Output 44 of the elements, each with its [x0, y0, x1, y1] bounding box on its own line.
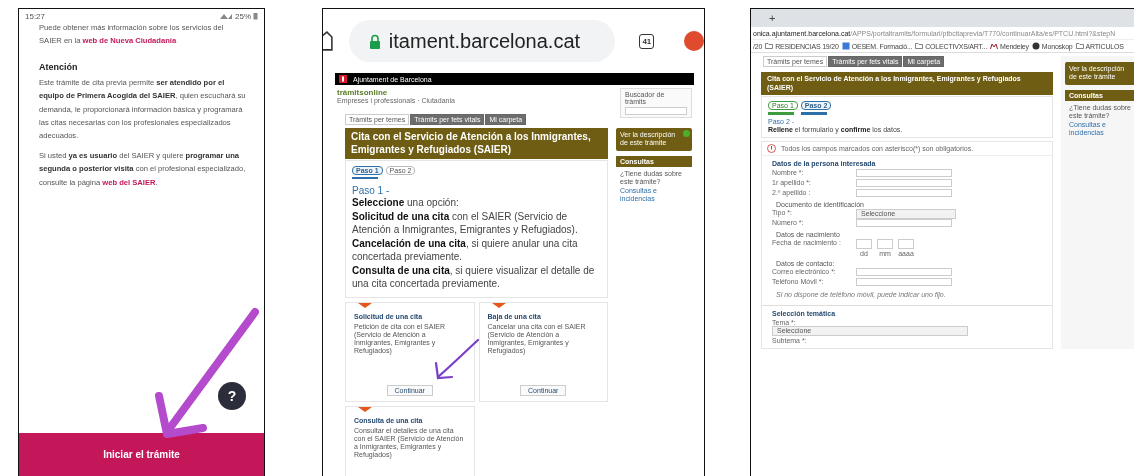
input-field[interactable]: [856, 178, 952, 187]
input-field[interactable]: [856, 168, 952, 177]
signal-icon: [219, 12, 233, 20]
url-text: itament.barcelona.cat: [388, 29, 581, 53]
tab-count-button[interactable]: 41: [639, 33, 655, 49]
input-field[interactable]: [856, 267, 952, 276]
city-logo-icon: [339, 75, 347, 83]
instruction-text: Solicitud de una cita con el SAIER (Servicio de Atención a Inmigrantes, Emigrantes y Refugiados).: [352, 209, 579, 237]
folder-icon: [1075, 42, 1084, 50]
search-field[interactable]: [625, 107, 687, 115]
site-logo: tràmitsonline: [337, 88, 389, 97]
instruction-text: Seleccione una opción:: [352, 196, 460, 210]
mendeley-icon: [990, 42, 999, 50]
app-icon: [841, 42, 850, 50]
input-field[interactable]: [856, 188, 952, 197]
arrow-annotation-drawing: [432, 337, 482, 381]
battery-level: 25%: [235, 11, 251, 21]
input-field[interactable]: [877, 238, 893, 249]
input-field[interactable]: [856, 277, 952, 286]
input-field[interactable]: [856, 238, 872, 249]
section-heading: Atención: [39, 61, 79, 72]
step-heading: Paso 1 -: [352, 185, 391, 196]
instruction-text: Cancelación de una cita, si quiere anular una cita concertada previamente.: [352, 236, 579, 264]
new-tab-button[interactable]: +: [769, 12, 776, 24]
avatar-icon[interactable]: [684, 31, 704, 51]
battery-icon: [253, 12, 258, 20]
folder-icon: [765, 42, 774, 50]
page-title: Cita con el Servicio de Atención a los Inmigrantes, Emigrantes y Refugiados (SAIER): [345, 128, 608, 159]
start-button[interactable]: Iniciar el trámite: [19, 433, 264, 476]
status-time: 15:27: [25, 11, 46, 21]
home-icon: [323, 30, 333, 52]
folder-icon: [915, 42, 924, 50]
marker-icon: [358, 302, 372, 308]
address-bar[interactable]: itament.barcelona.cat: [348, 20, 616, 62]
input-field[interactable]: [856, 218, 952, 227]
lock-icon: [368, 33, 381, 49]
help-button[interactable]: ?: [218, 382, 246, 410]
marker-icon: [491, 302, 506, 308]
globe-icon: [1031, 42, 1040, 50]
warning-icon: [767, 143, 776, 153]
instruction-text: Consulta de una cita, si quiere visualizar el detalle de una cita concertada previamente.: [352, 263, 596, 291]
info-icon: [683, 130, 690, 137]
input-field[interactable]: [898, 238, 914, 249]
marker-icon: [358, 406, 372, 412]
